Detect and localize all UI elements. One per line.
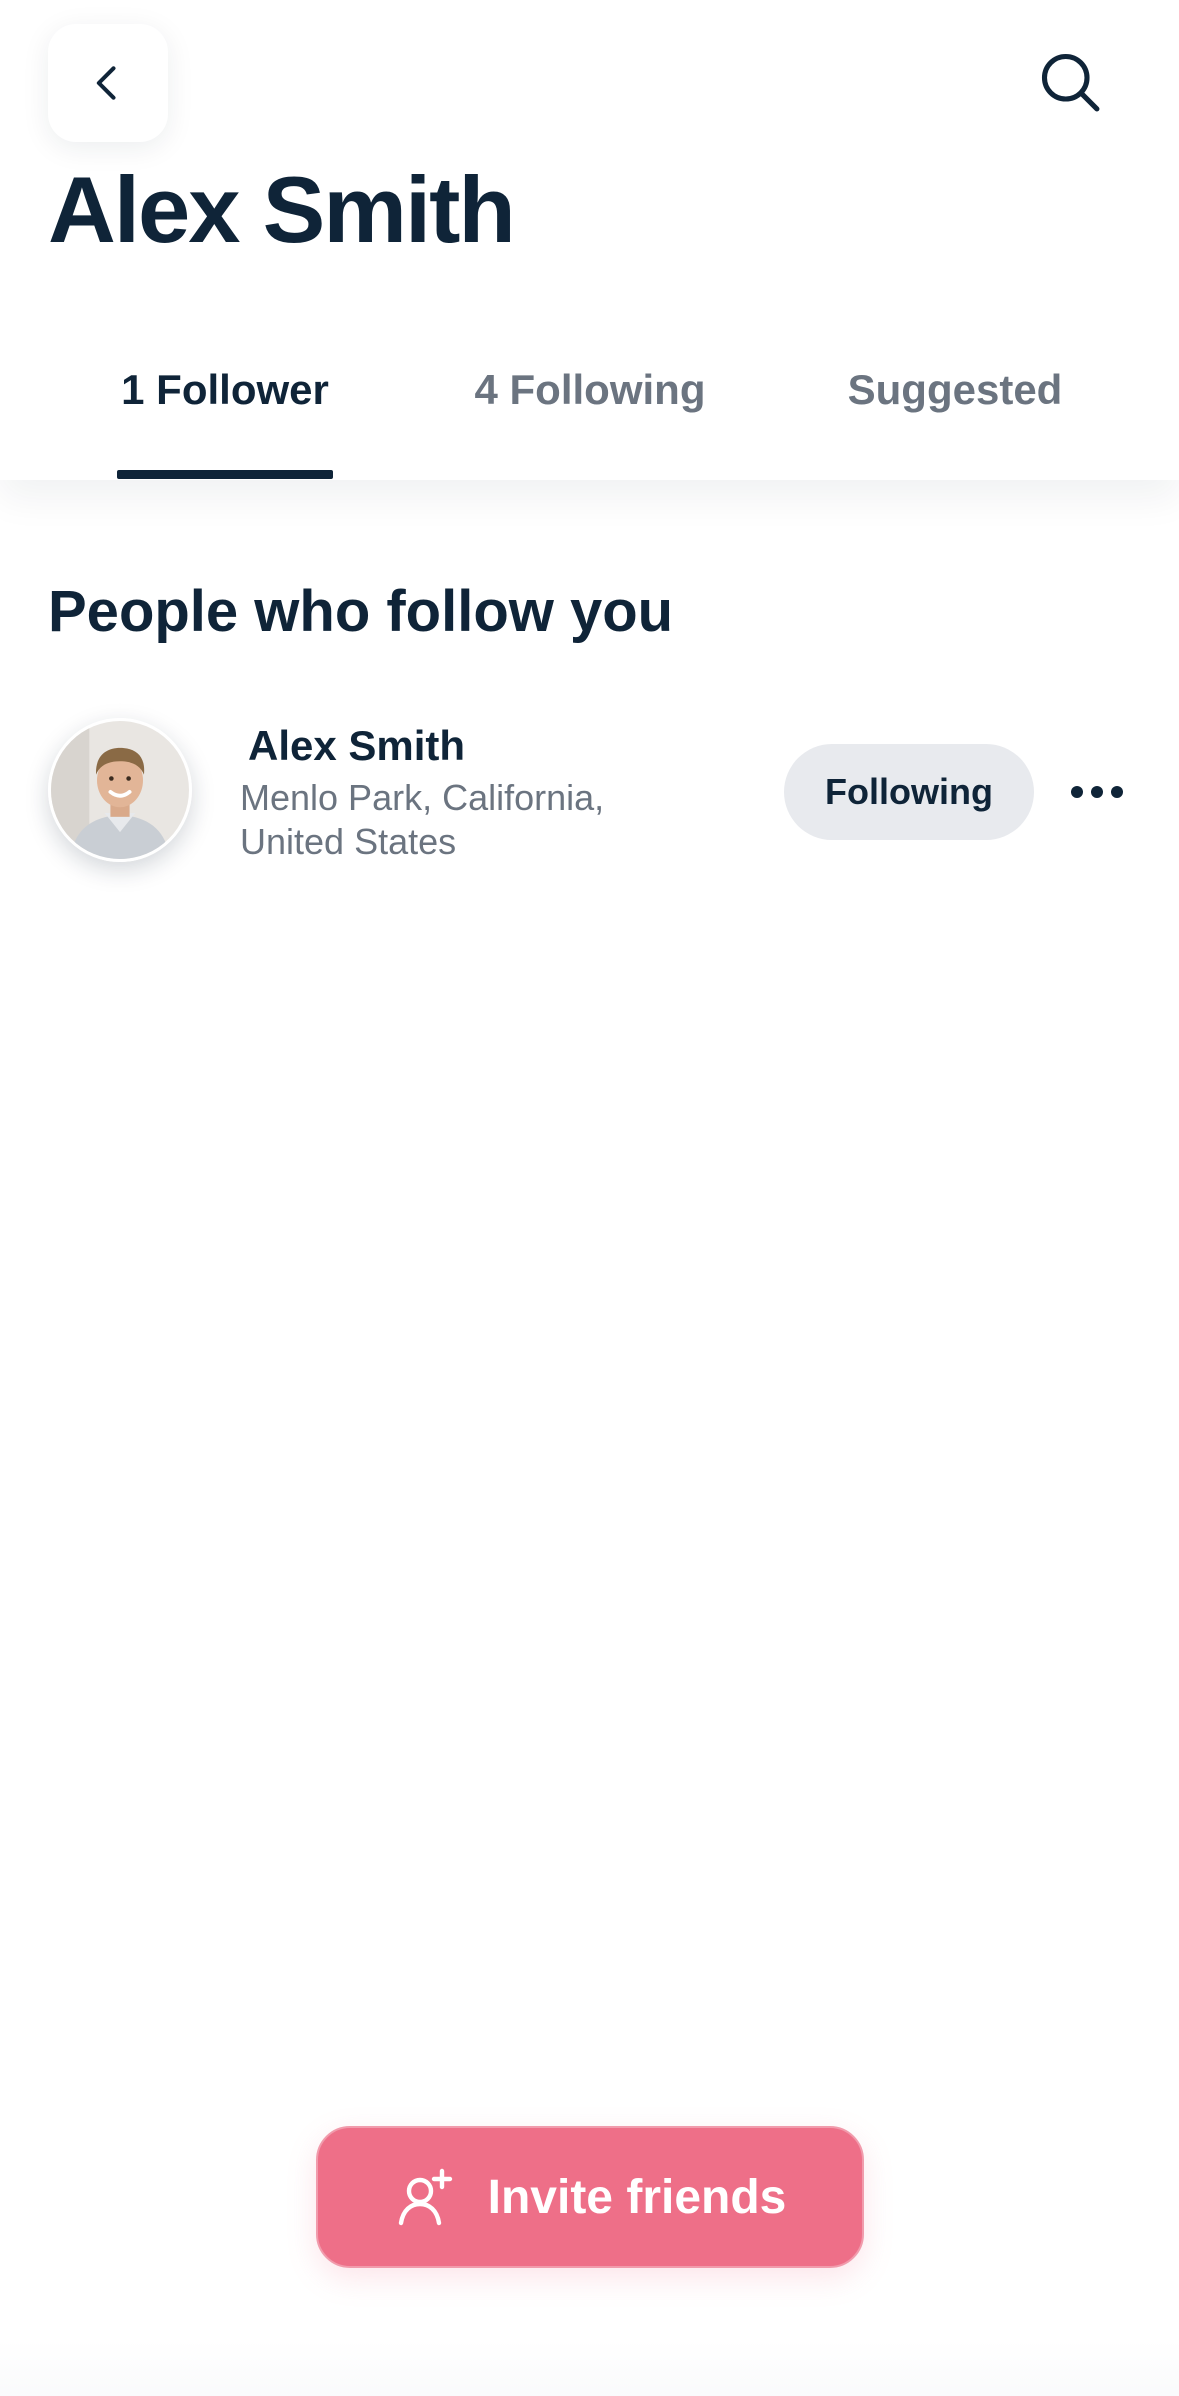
search-button[interactable] — [1030, 42, 1110, 122]
page-title: Alex Smith — [48, 157, 516, 262]
more-horizontal-icon — [1071, 786, 1123, 798]
tab-followers[interactable]: 1 Follower — [117, 350, 333, 480]
active-tab-indicator — [117, 470, 333, 479]
tab-bar: 1 Follower 4 Following Suggested — [0, 350, 1179, 480]
list-item: Alex Smith Menlo Park, California, Unite… — [0, 700, 1179, 880]
bottom-edge-shadow — [0, 2340, 1179, 2396]
invite-friends-label: Invite friends — [487, 2170, 787, 2224]
invite-friends-button[interactable]: Invite friends — [316, 2126, 864, 2268]
person-location: Menlo Park, California, United States — [240, 777, 605, 862]
header: Alex Smith 1 Follower 4 Following Sugges… — [0, 0, 1179, 480]
add-user-icon — [398, 2168, 452, 2226]
chevron-left-icon — [96, 66, 116, 100]
back-button[interactable] — [48, 24, 168, 142]
search-icon — [1041, 53, 1100, 112]
profile-photo — [51, 721, 189, 859]
tab-suggested[interactable]: Suggested — [840, 350, 1070, 480]
person-name[interactable]: Alex Smith — [248, 720, 465, 772]
more-options-button[interactable] — [1062, 760, 1132, 824]
tab-following[interactable]: 4 Following — [470, 350, 710, 480]
following-button[interactable]: Following — [784, 744, 1034, 840]
avatar[interactable] — [48, 718, 192, 862]
section-title: People who follow you — [48, 579, 674, 644]
